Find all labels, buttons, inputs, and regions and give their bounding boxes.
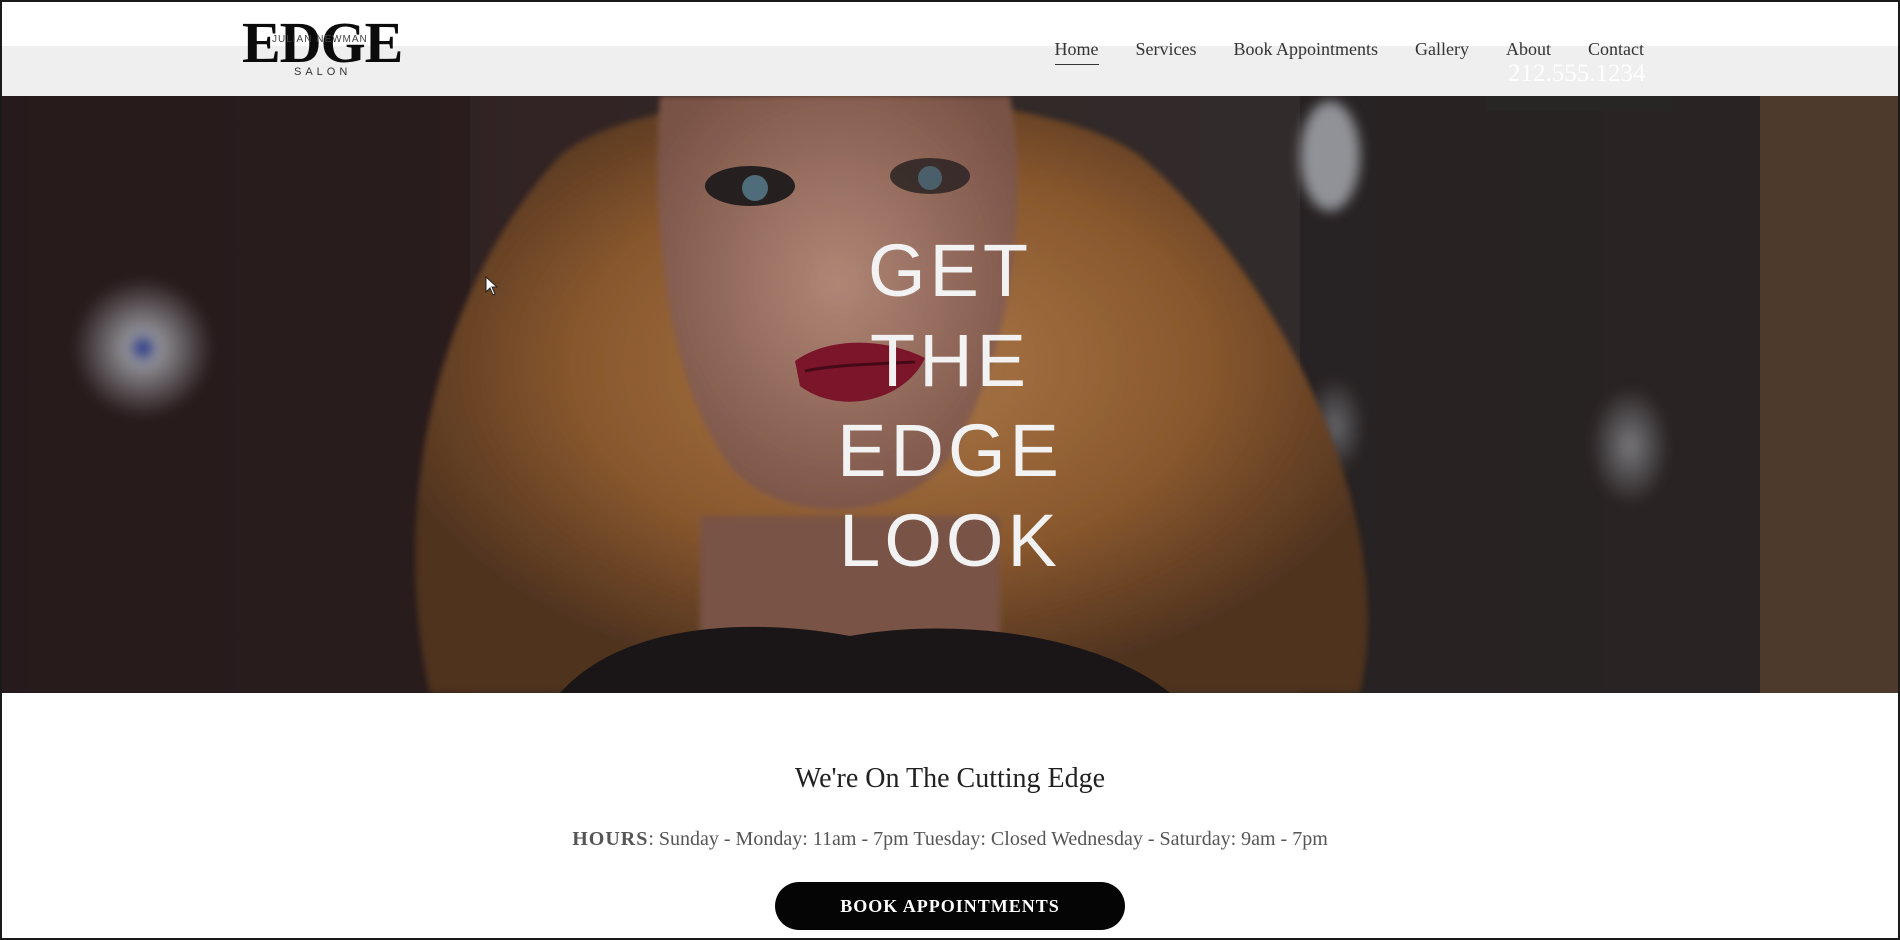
hero-line-1: GET bbox=[867, 229, 1033, 312]
nav-services[interactable]: Services bbox=[1136, 38, 1197, 65]
hours-line: HOURS: Sunday - Monday: 11am - 7pm Tuesd… bbox=[0, 828, 1900, 851]
nav-home[interactable]: Home bbox=[1054, 38, 1099, 65]
book-appointments-button[interactable]: BOOK APPOINTMENTS bbox=[775, 882, 1125, 930]
hero-line-2: THE bbox=[870, 319, 1030, 402]
hours-text: : Sunday - Monday: 11am - 7pm Tuesday: C… bbox=[648, 828, 1328, 850]
logo-subtitle: SALON bbox=[294, 66, 352, 78]
phone-number[interactable]: 212.555.1234 bbox=[1508, 60, 1646, 88]
hero-banner: GET THE EDGE LOOK bbox=[0, 96, 1900, 693]
section-heading: We're On The Cutting Edge bbox=[794, 763, 1106, 794]
hero-line-4: LOOK bbox=[839, 499, 1061, 582]
salon-logo[interactable]: EDGE JULIAN NEWMAN SALON bbox=[242, 14, 410, 80]
logo-owner-name: JULIAN NEWMAN bbox=[272, 34, 368, 45]
hero-headline: GET THE EDGE LOOK bbox=[750, 226, 1150, 586]
hero-line-3: EDGE bbox=[837, 409, 1063, 492]
nav-book-appointments[interactable]: Book Appointments bbox=[1234, 38, 1379, 65]
nav-gallery[interactable]: Gallery bbox=[1415, 38, 1469, 65]
hours-label: HOURS bbox=[572, 828, 649, 850]
phone-backdrop bbox=[1486, 96, 1674, 111]
mouse-pointer-icon bbox=[485, 276, 499, 296]
